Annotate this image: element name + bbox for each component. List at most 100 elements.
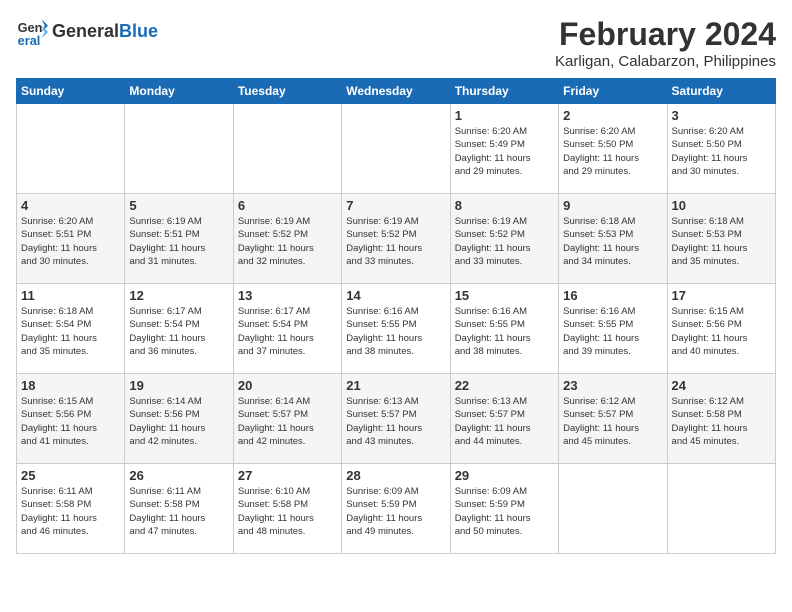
day-info: Sunrise: 6:20 AM Sunset: 5:49 PM Dayligh…: [455, 125, 554, 178]
day-info: Sunrise: 6:14 AM Sunset: 5:56 PM Dayligh…: [129, 395, 228, 448]
calendar-cell: 16 Sunrise: 6:16 AM Sunset: 5:55 PM Dayli…: [559, 284, 667, 374]
day-info: Sunrise: 6:20 AM Sunset: 5:51 PM Dayligh…: [21, 215, 120, 268]
day-info: Sunrise: 6:10 AM Sunset: 5:58 PM Dayligh…: [238, 485, 337, 538]
calendar-cell: [233, 104, 341, 194]
calendar-cell: 22Sunrise: 6:13 AM Sunset: 5:57 PM Dayli…: [450, 374, 558, 464]
day-number: 9: [563, 198, 662, 213]
calendar-cell: 12 Sunrise: 6:17 AM Sunset: 5:54 PM Dayli…: [125, 284, 233, 374]
day-number: 17: [672, 288, 771, 303]
day-header-monday: Monday: [125, 79, 233, 104]
calendar-week-3: 11 Sunrise: 6:18 AM Sunset: 5:54 PM Dayli…: [17, 284, 776, 374]
calendar-header-row: SundayMondayTuesdayWednesdayThursdayFrid…: [17, 79, 776, 104]
day-info: Sunrise: 6:09 AM Sunset: 5:59 PM Dayligh…: [346, 485, 445, 538]
calendar-cell: 28 Sunrise: 6:09 AM Sunset: 5:59 PM Dayli…: [342, 464, 450, 554]
day-number: 29: [455, 468, 554, 483]
calendar-cell: 25 Sunrise: 6:11 AM Sunset: 5:58 PM Dayli…: [17, 464, 125, 554]
day-header-tuesday: Tuesday: [233, 79, 341, 104]
day-number: 26: [129, 468, 228, 483]
day-number: 15: [455, 288, 554, 303]
calendar-cell: [342, 104, 450, 194]
calendar-cell: [17, 104, 125, 194]
day-info: Sunrise: 6:17 AM Sunset: 5:54 PM Dayligh…: [129, 305, 228, 358]
day-number: 19: [129, 378, 228, 393]
logo: Gen eral GeneralBlue: [16, 16, 158, 48]
calendar-cell: 2 Sunrise: 6:20 AM Sunset: 5:50 PM Daylig…: [559, 104, 667, 194]
day-info: Sunrise: 6:18 AM Sunset: 5:54 PM Dayligh…: [21, 305, 120, 358]
calendar-cell: 9 Sunrise: 6:18 AM Sunset: 5:53 PM Daylig…: [559, 194, 667, 284]
day-number: 20: [238, 378, 337, 393]
page-header: Gen eral GeneralBlue February 2024 Karli…: [16, 16, 776, 70]
day-number: 14: [346, 288, 445, 303]
day-info: Sunrise: 6:19 AM Sunset: 5:52 PM Dayligh…: [238, 215, 337, 268]
calendar-cell: 18Sunrise: 6:15 AM Sunset: 5:56 PM Dayli…: [17, 374, 125, 464]
day-header-sunday: Sunday: [17, 79, 125, 104]
day-info: Sunrise: 6:11 AM Sunset: 5:58 PM Dayligh…: [21, 485, 120, 538]
day-header-wednesday: Wednesday: [342, 79, 450, 104]
day-info: Sunrise: 6:16 AM Sunset: 5:55 PM Dayligh…: [563, 305, 662, 358]
calendar-table: SundayMondayTuesdayWednesdayThursdayFrid…: [16, 78, 776, 554]
day-info: Sunrise: 6:16 AM Sunset: 5:55 PM Dayligh…: [455, 305, 554, 358]
location-subtitle: Karligan, Calabarzon, Philippines: [555, 53, 776, 70]
calendar-week-2: 4 Sunrise: 6:20 AM Sunset: 5:51 PM Daylig…: [17, 194, 776, 284]
day-number: 3: [672, 108, 771, 123]
calendar-cell: 19 Sunrise: 6:14 AM Sunset: 5:56 PM Dayli…: [125, 374, 233, 464]
day-number: 13: [238, 288, 337, 303]
calendar-cell: 13 Sunrise: 6:17 AM Sunset: 5:54 PM Dayli…: [233, 284, 341, 374]
day-number: 27: [238, 468, 337, 483]
day-info: Sunrise: 6:19 AM Sunset: 5:51 PM Dayligh…: [129, 215, 228, 268]
day-number: 16: [563, 288, 662, 303]
calendar-cell: [125, 104, 233, 194]
day-info: Sunrise: 6:17 AM Sunset: 5:54 PM Dayligh…: [238, 305, 337, 358]
day-header-saturday: Saturday: [667, 79, 775, 104]
day-header-thursday: Thursday: [450, 79, 558, 104]
day-number: 4: [21, 198, 120, 213]
calendar-cell: 29 Sunrise: 6:09 AM Sunset: 5:59 PM Dayli…: [450, 464, 558, 554]
day-info: Sunrise: 6:18 AM Sunset: 5:53 PM Dayligh…: [672, 215, 771, 268]
day-number: 10: [672, 198, 771, 213]
calendar-cell: 8Sunrise: 6:19 AM Sunset: 5:52 PM Daylig…: [450, 194, 558, 284]
day-info: Sunrise: 6:15 AM Sunset: 5:56 PM Dayligh…: [21, 395, 120, 448]
day-number: 2: [563, 108, 662, 123]
day-info: Sunrise: 6:19 AM Sunset: 5:52 PM Dayligh…: [455, 215, 554, 268]
day-number: 12: [129, 288, 228, 303]
month-year-title: February 2024: [555, 16, 776, 53]
day-number: 24: [672, 378, 771, 393]
day-number: 1: [455, 108, 554, 123]
day-info: Sunrise: 6:18 AM Sunset: 5:53 PM Dayligh…: [563, 215, 662, 268]
calendar-cell: 6Sunrise: 6:19 AM Sunset: 5:52 PM Daylig…: [233, 194, 341, 284]
calendar-week-1: 1 Sunrise: 6:20 AM Sunset: 5:49 PM Daylig…: [17, 104, 776, 194]
calendar-cell: 11 Sunrise: 6:18 AM Sunset: 5:54 PM Dayli…: [17, 284, 125, 374]
svg-text:eral: eral: [18, 33, 41, 48]
calendar-week-5: 25 Sunrise: 6:11 AM Sunset: 5:58 PM Dayli…: [17, 464, 776, 554]
calendar-week-4: 18Sunrise: 6:15 AM Sunset: 5:56 PM Dayli…: [17, 374, 776, 464]
calendar-cell: 1 Sunrise: 6:20 AM Sunset: 5:49 PM Daylig…: [450, 104, 558, 194]
calendar-cell: 20 Sunrise: 6:14 AM Sunset: 5:57 PM Dayli…: [233, 374, 341, 464]
calendar-cell: 21Sunrise: 6:13 AM Sunset: 5:57 PM Dayli…: [342, 374, 450, 464]
calendar-cell: 5 Sunrise: 6:19 AM Sunset: 5:51 PM Daylig…: [125, 194, 233, 284]
day-info: Sunrise: 6:16 AM Sunset: 5:55 PM Dayligh…: [346, 305, 445, 358]
day-info: Sunrise: 6:09 AM Sunset: 5:59 PM Dayligh…: [455, 485, 554, 538]
day-number: 28: [346, 468, 445, 483]
calendar-cell: [559, 464, 667, 554]
calendar-cell: 10 Sunrise: 6:18 AM Sunset: 5:53 PM Dayli…: [667, 194, 775, 284]
calendar-cell: 24 Sunrise: 6:12 AM Sunset: 5:58 PM Dayli…: [667, 374, 775, 464]
calendar-cell: 4 Sunrise: 6:20 AM Sunset: 5:51 PM Daylig…: [17, 194, 125, 284]
day-number: 25: [21, 468, 120, 483]
calendar-cell: 26 Sunrise: 6:11 AM Sunset: 5:58 PM Dayli…: [125, 464, 233, 554]
day-number: 21: [346, 378, 445, 393]
day-number: 7: [346, 198, 445, 213]
calendar-cell: [667, 464, 775, 554]
day-info: Sunrise: 6:13 AM Sunset: 5:57 PM Dayligh…: [455, 395, 554, 448]
day-number: 11: [21, 288, 120, 303]
day-info: Sunrise: 6:12 AM Sunset: 5:57 PM Dayligh…: [563, 395, 662, 448]
day-info: Sunrise: 6:20 AM Sunset: 5:50 PM Dayligh…: [563, 125, 662, 178]
day-info: Sunrise: 6:12 AM Sunset: 5:58 PM Dayligh…: [672, 395, 771, 448]
calendar-cell: 17Sunrise: 6:15 AM Sunset: 5:56 PM Dayli…: [667, 284, 775, 374]
day-info: Sunrise: 6:19 AM Sunset: 5:52 PM Dayligh…: [346, 215, 445, 268]
title-block: February 2024 Karligan, Calabarzon, Phil…: [555, 16, 776, 70]
calendar-cell: 27 Sunrise: 6:10 AM Sunset: 5:58 PM Dayli…: [233, 464, 341, 554]
day-number: 5: [129, 198, 228, 213]
day-info: Sunrise: 6:11 AM Sunset: 5:58 PM Dayligh…: [129, 485, 228, 538]
day-info: Sunrise: 6:20 AM Sunset: 5:50 PM Dayligh…: [672, 125, 771, 178]
day-info: Sunrise: 6:14 AM Sunset: 5:57 PM Dayligh…: [238, 395, 337, 448]
